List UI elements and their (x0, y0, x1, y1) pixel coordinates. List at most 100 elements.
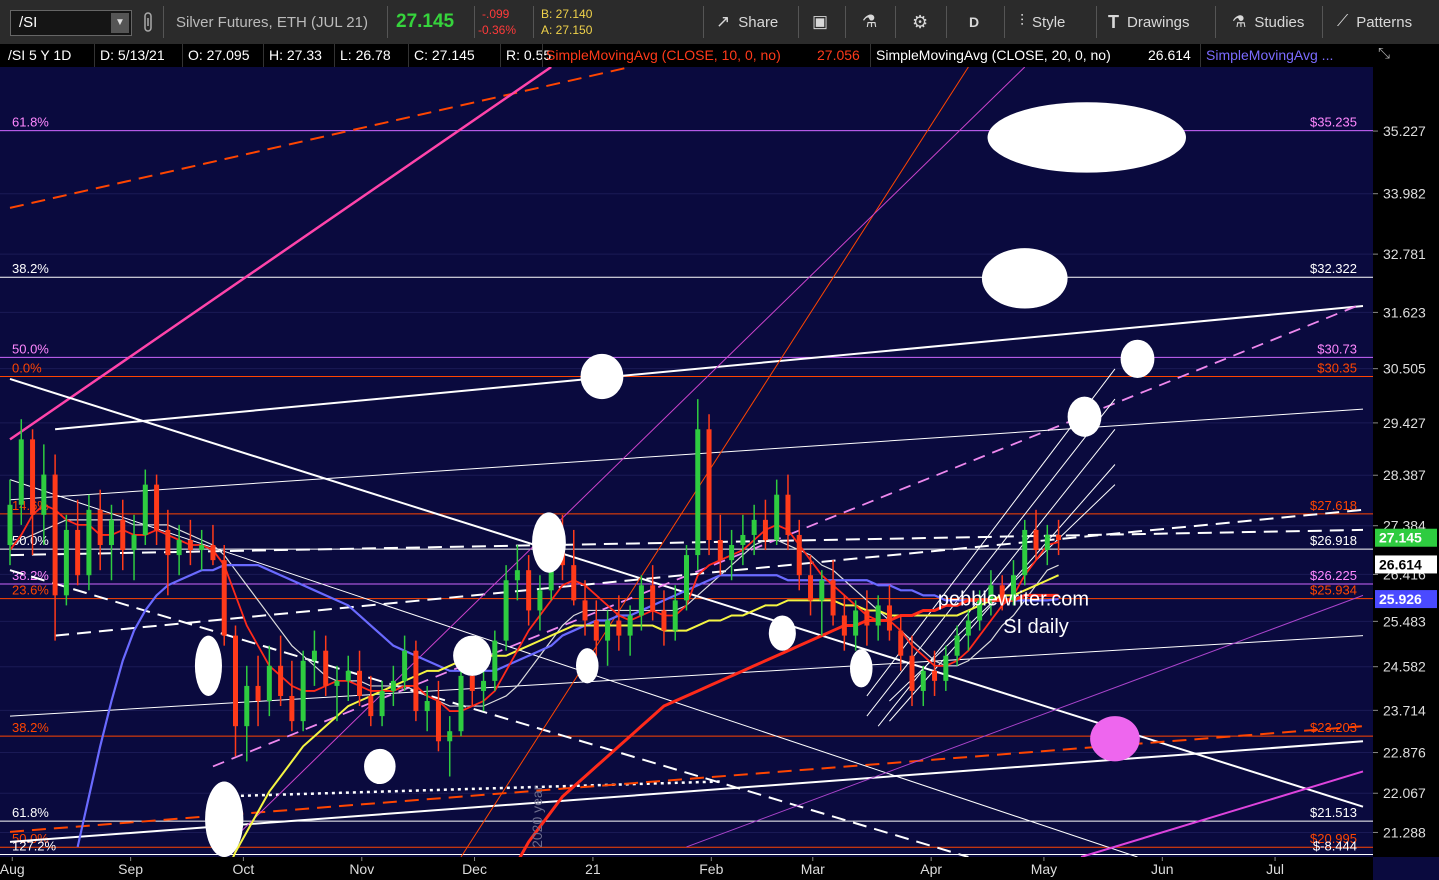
candle-body-21 (244, 685, 250, 727)
candle-body-33 (379, 690, 385, 717)
y-tick-label-9: 25.483 (1383, 613, 1426, 629)
candle-body-42 (481, 680, 487, 691)
period-button[interactable]: D (969, 0, 979, 44)
sma10-label[interactable]: SimpleMovingAvg (CLOSE, 10, 0, no) (546, 47, 781, 63)
candle-body-27 (311, 650, 317, 661)
x-tick-label-0: Aug (0, 861, 25, 877)
share-button[interactable]: ↗ Share (716, 0, 778, 44)
snapshot-icon[interactable]: ▣ (812, 0, 828, 44)
price-badge-text-1: 26.614 (1379, 556, 1422, 572)
flask-icon[interactable]: ⚗ (862, 0, 877, 44)
candle-body-24 (278, 665, 284, 696)
candle-body-91 (1033, 529, 1039, 551)
bar-date: D: 5/13/21 (100, 47, 165, 63)
x-tick-label-3: Nov (349, 861, 374, 877)
text-t-icon: T (1108, 11, 1119, 32)
candle-body-5 (63, 529, 69, 596)
candle-body-47 (537, 590, 543, 611)
x-tick-label-8: Apr (920, 861, 942, 877)
target-ellipse-13 (1090, 716, 1140, 762)
candle-body-18 (210, 545, 216, 561)
candle-body-3 (41, 474, 47, 515)
candle-body-82 (932, 670, 938, 681)
x-tick-label-6: Feb (699, 861, 723, 877)
time-axis[interactable]: AugSepOctNovDec21FebMarAprMayJunJulAug (0, 857, 1373, 880)
target-ellipse-10 (194, 635, 222, 696)
candle-body-12 (142, 484, 148, 535)
candle-body-43 (492, 640, 498, 681)
candle-body-74 (841, 615, 847, 636)
sma-more-label[interactable]: SimpleMovingAvg ... (1206, 47, 1333, 63)
candle-body-34 (390, 680, 396, 691)
fib-right-label-0: $35.235 (1310, 115, 1357, 130)
sma10-value: 27.056 (817, 47, 860, 63)
x-tick-label-1: Sep (118, 861, 143, 877)
y-tick-label-4: 30.505 (1383, 361, 1426, 377)
target-ellipse-0 (987, 102, 1186, 173)
link-icon[interactable] (142, 0, 154, 44)
candle-body-76 (864, 610, 870, 626)
drawings-button[interactable]: T Drawings (1108, 0, 1190, 44)
bar-low: L: 26.78 (340, 47, 391, 63)
chart-plot-area[interactable]: 61.8% $35.235 38.2% $32.322 50.0% $30.73 0.0% $… (0, 67, 1373, 857)
candle-body-71 (808, 575, 814, 601)
fib-left-label-8: 38.2% (12, 720, 49, 735)
candle-body-83 (943, 655, 949, 681)
patterns-button[interactable]: ⟋ Patterns (1337, 0, 1412, 44)
candle-body-77 (875, 605, 881, 626)
candle-body-1 (18, 439, 24, 505)
style-button[interactable]: ⫶ Style (1020, 0, 1065, 44)
candle-body-66 (751, 519, 757, 535)
candle-body-14 (165, 529, 171, 556)
bar-range: R: 0.55 (506, 47, 552, 63)
candle-body-61 (695, 429, 701, 556)
candle-body-40 (458, 675, 464, 732)
target-ellipse-7 (576, 648, 599, 684)
sma20-value: 26.614 (1148, 47, 1191, 63)
candle-body-85 (965, 620, 971, 636)
x-tick-label-10: Jun (1151, 861, 1174, 877)
style-label: Style (1032, 13, 1066, 31)
candle-body-8 (97, 509, 103, 546)
y-tick-label-1: 33.982 (1383, 186, 1426, 202)
candle-body-46 (526, 570, 532, 611)
candle-body-68 (774, 494, 780, 540)
fib-left-label-0: 61.8% (12, 115, 49, 130)
candle-body-93 (1056, 534, 1062, 540)
fib-right-label-7: $25.934 (1310, 583, 1357, 598)
candle-body-62 (706, 429, 712, 540)
y-tick-label-0: 35.227 (1383, 123, 1426, 139)
candle-body-69 (785, 494, 791, 535)
candle-body-39 (447, 731, 453, 742)
bar-close: C: 27.145 (414, 47, 475, 63)
candle-body-52 (593, 620, 599, 641)
candle-body-63 (717, 539, 723, 561)
plot-background (0, 67, 1373, 857)
price-axis[interactable]: 35.227 33.982 32.781 31.623 30.505 29.427 28.3… (1373, 67, 1439, 857)
symbol-input[interactable]: /SI ▼ (10, 10, 132, 36)
candle-body-59 (672, 600, 678, 631)
symbol-text: /SI (19, 14, 38, 31)
candle-body-90 (1022, 529, 1028, 576)
studies-button[interactable]: ⚗ Studies (1232, 0, 1304, 44)
fib-left-label-9: 61.8% (12, 805, 49, 820)
y-tick-label-2: 32.781 (1383, 246, 1426, 262)
target-ellipse-11 (364, 748, 396, 785)
collapse-arrows-icon[interactable]: ⤡ (1378, 45, 1390, 62)
candle-body-13 (154, 484, 160, 530)
candle-body-17 (199, 545, 205, 551)
y-tick-label-10: 24.582 (1383, 659, 1426, 675)
chevron-down-icon[interactable]: ▼ (111, 13, 129, 33)
gear-icon[interactable]: ⚙ (912, 0, 928, 44)
candle-body-58 (661, 610, 667, 631)
candle-body-64 (729, 545, 735, 561)
candle-body-60 (684, 555, 689, 601)
fib-right-label-5: $26.918 (1310, 533, 1357, 548)
candle-body-36 (413, 650, 419, 712)
y-tick-label-3: 31.623 (1383, 304, 1426, 320)
candle-body-2 (30, 439, 36, 515)
sma20-label[interactable]: SimpleMovingAvg (CLOSE, 20, 0, no) (876, 47, 1111, 63)
fib-left-label-3: 0.0% (12, 360, 42, 375)
x-tick-label-4: Dec (462, 861, 487, 877)
y-tick-label-6: 28.387 (1383, 467, 1426, 483)
